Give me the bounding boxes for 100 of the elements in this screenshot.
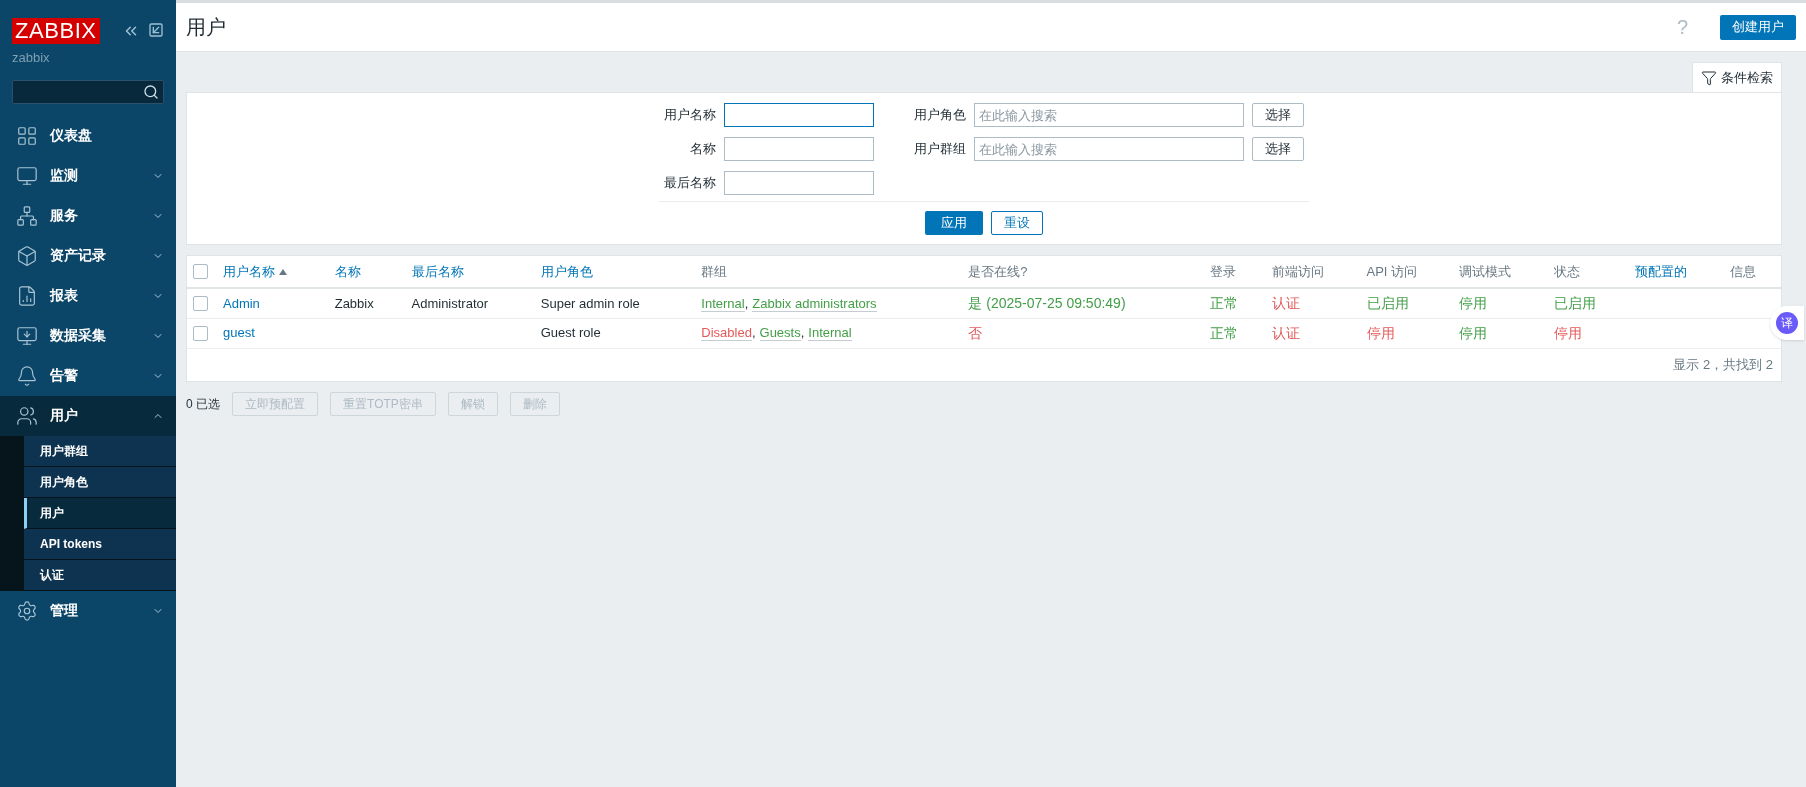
menu-label: 监测 [50,166,79,185]
status-text: 否 [968,324,983,341]
create-user-button[interactable]: 创建用户 [1720,14,1796,40]
input-field[interactable] [724,103,874,127]
column-header: 信息 [1730,263,1757,279]
group-link[interactable]: Internal [808,325,852,342]
input-field[interactable]: 在此输入搜索 [974,137,1244,161]
status-text: 认证 [1271,294,1300,311]
chart-file-icon [16,284,38,307]
column-header: 前端访问 [1271,263,1324,279]
selected-count: 0 已选 [186,395,220,413]
checkbox[interactable] [193,264,208,279]
table-cell: Zabbix [334,295,374,311]
menu-label: 资产记录 [50,246,107,265]
field-label: 用户角色 [914,106,966,125]
field-label: 名称 [690,140,716,159]
column-header: 群组 [701,263,728,279]
filter-icon [1701,69,1717,86]
menu-item[interactable]: 数据采集 [0,315,176,356]
status-text: 认证 [1271,324,1300,341]
separator: , [800,325,805,341]
menu-item[interactable]: 仪表盘 [0,115,176,156]
menu-item[interactable]: 服务 [0,195,176,236]
menu-label: 管理 [50,601,79,620]
column-header: 是否在线? [968,263,1028,279]
table-cell: Super admin role [540,295,640,311]
status-text: 是 (2025-07-25 09:50:49) [968,294,1126,311]
table-cell: Guest role [540,325,601,341]
select-button[interactable]: 选择 [1252,137,1304,161]
username-link[interactable]: guest [223,325,255,341]
menu-label: 用户 [50,406,79,425]
translate-button[interactable]: 译 [1770,306,1804,340]
result-count: 显示 2，共找到 2 [1673,355,1773,374]
checkbox[interactable] [193,295,208,311]
group-link[interactable]: Zabbix administrators [752,295,877,312]
separator: , [751,325,756,341]
submenu-item[interactable]: 用户 [24,497,176,529]
bell-icon [16,364,38,387]
separator: , [744,295,749,311]
table-cell: Administrator [411,295,489,311]
grid-icon [16,124,38,147]
download-icon [16,324,38,347]
submenu-item[interactable]: API tokens [24,528,176,560]
reset-button[interactable]: 重设 [991,211,1043,235]
input-field[interactable] [724,171,874,195]
search-field[interactable] [12,79,164,104]
select-button[interactable]: 选择 [1252,103,1304,127]
input-field[interactable]: 在此输入搜索 [974,103,1244,127]
apply-button[interactable]: 应用 [925,211,983,235]
menu-label: 仪表盘 [50,126,93,145]
monitor-icon [16,164,38,187]
column-header[interactable]: 名称 [334,263,361,279]
status-text: 正常 [1210,294,1239,311]
input-field[interactable] [724,137,874,161]
status-text: 停用 [1459,324,1488,341]
menu-item[interactable]: 资产记录 [0,235,176,276]
column-header: 状态 [1554,263,1581,279]
column-header: 登录 [1210,263,1237,279]
column-header[interactable]: 用户名称 [223,263,275,279]
page-title: 用户 [186,15,226,40]
submenu-item[interactable]: 认证 [24,559,176,591]
field-label: 用户群组 [914,140,966,159]
status-text: 停用 [1554,324,1583,341]
filter-tab-label: 条件检索 [1721,68,1773,87]
column-header[interactable]: 用户角色 [540,263,593,279]
group-link[interactable]: Disabled [701,325,752,342]
search-icon[interactable] [143,83,159,100]
menu-item[interactable]: 监测 [0,155,176,196]
field-label: 最后名称 [664,174,716,193]
network-icon [16,204,38,227]
status-text: 正常 [1210,324,1239,341]
menu-item[interactable]: 用户 [0,395,176,436]
checkbox[interactable] [193,325,208,341]
submenu-item[interactable]: 用户角色 [24,466,176,498]
settings-icon [16,599,38,622]
menu-item[interactable]: 报表 [0,275,176,316]
group-link[interactable]: Internal [701,295,745,312]
logo[interactable]: ZABBIX [12,18,100,44]
menu-label: 告警 [50,366,79,385]
group-link[interactable]: Guests [759,325,801,342]
menu-label: 数据采集 [50,326,107,345]
status-text: 停用 [1459,294,1488,311]
column-header[interactable]: 预配置的 [1635,263,1688,279]
menu-item[interactable]: 管理 [0,590,176,631]
column-header: 调试模式 [1459,263,1512,279]
submenu-item[interactable]: 用户群组 [24,435,176,467]
column-header: API 访问 [1366,263,1418,279]
filter-tab[interactable]: 条件检索 [1692,62,1782,92]
menu-label: 服务 [50,206,79,225]
username-link[interactable]: Admin [223,295,260,311]
status-text: 停用 [1366,324,1395,341]
status-text: 已启用 [1366,294,1409,311]
users-icon [16,404,38,427]
status-text: 已启用 [1554,294,1597,311]
menu-item[interactable]: 告警 [0,355,176,396]
column-header[interactable]: 最后名称 [411,263,464,279]
server-name: zabbix [11,49,51,67]
field-label: 用户名称 [664,106,716,125]
box-icon [16,244,38,267]
menu-label: 报表 [50,286,79,305]
